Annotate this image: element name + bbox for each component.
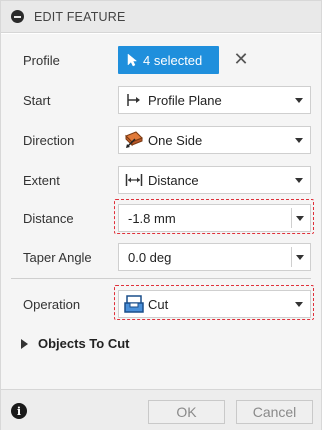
chevron-down-icon (295, 138, 303, 143)
field-divider (291, 208, 292, 228)
chevron-down-icon (295, 98, 303, 103)
distance-row: Distance -1.8 mm (1, 202, 321, 234)
edit-feature-panel: EDIT FEATURE Profile 4 selected ✕ Start (0, 0, 322, 430)
operation-row: Operation Cut (1, 288, 321, 320)
taper-angle-row: Taper Angle 0.0 deg (1, 241, 321, 273)
profile-label: Profile (23, 52, 60, 68)
taper-angle-value: 0.0 deg (128, 249, 172, 265)
profile-selection-text: 4 selected (143, 52, 203, 68)
direction-label: Direction (23, 132, 75, 148)
panel-body: Profile 4 selected ✕ Start Profile Plane… (1, 34, 321, 389)
operation-label: Operation (23, 296, 81, 312)
field-divider (291, 247, 292, 267)
chevron-down-icon[interactable] (296, 255, 304, 260)
profile-selection-button[interactable]: 4 selected (118, 46, 219, 74)
start-dropdown[interactable]: Profile Plane (118, 86, 311, 114)
direction-row: Direction One Side (1, 124, 321, 156)
extent-row: Extent Distance (1, 164, 321, 196)
direction-value: One Side (148, 132, 203, 148)
profile-plane-icon (124, 90, 144, 110)
panel-title: EDIT FEATURE (34, 9, 126, 24)
distance-icon (124, 170, 144, 190)
extent-value: Distance (148, 172, 199, 188)
expand-triangle-icon (21, 338, 28, 349)
cursor-arrow-icon (127, 53, 137, 67)
clear-selection-icon[interactable]: ✕ (230, 48, 252, 70)
cancel-button[interactable]: Cancel (236, 400, 313, 424)
start-label: Start (23, 92, 51, 108)
taper-angle-input[interactable]: 0.0 deg (118, 243, 311, 271)
section-divider (11, 278, 311, 279)
direction-dropdown[interactable]: One Side (118, 126, 311, 154)
ok-button[interactable]: OK (148, 400, 225, 424)
operation-value: Cut (148, 296, 169, 312)
panel-footer: i OK Cancel (1, 389, 321, 430)
objects-to-cut-toggle[interactable]: Objects To Cut (21, 336, 129, 351)
extent-label: Extent (23, 172, 60, 188)
operation-dropdown[interactable]: Cut (118, 290, 311, 318)
profile-row: Profile 4 selected ✕ (1, 44, 321, 76)
extent-dropdown[interactable]: Distance (118, 166, 311, 194)
distance-value: -1.8 mm (128, 210, 176, 226)
start-value: Profile Plane (148, 92, 222, 108)
panel-header[interactable]: EDIT FEATURE (1, 1, 321, 33)
chevron-down-icon (295, 178, 303, 183)
start-row: Start Profile Plane (1, 84, 321, 116)
objects-to-cut-label: Objects To Cut (38, 336, 130, 351)
chevron-down-icon[interactable] (296, 216, 304, 221)
collapse-panel-icon[interactable] (11, 10, 24, 23)
cut-icon (124, 294, 144, 314)
taper-angle-label: Taper Angle (23, 249, 92, 265)
one-side-icon (124, 130, 144, 150)
distance-label: Distance (23, 210, 74, 226)
distance-input[interactable]: -1.8 mm (118, 204, 311, 232)
info-icon[interactable]: i (11, 403, 27, 419)
chevron-down-icon (295, 302, 303, 307)
